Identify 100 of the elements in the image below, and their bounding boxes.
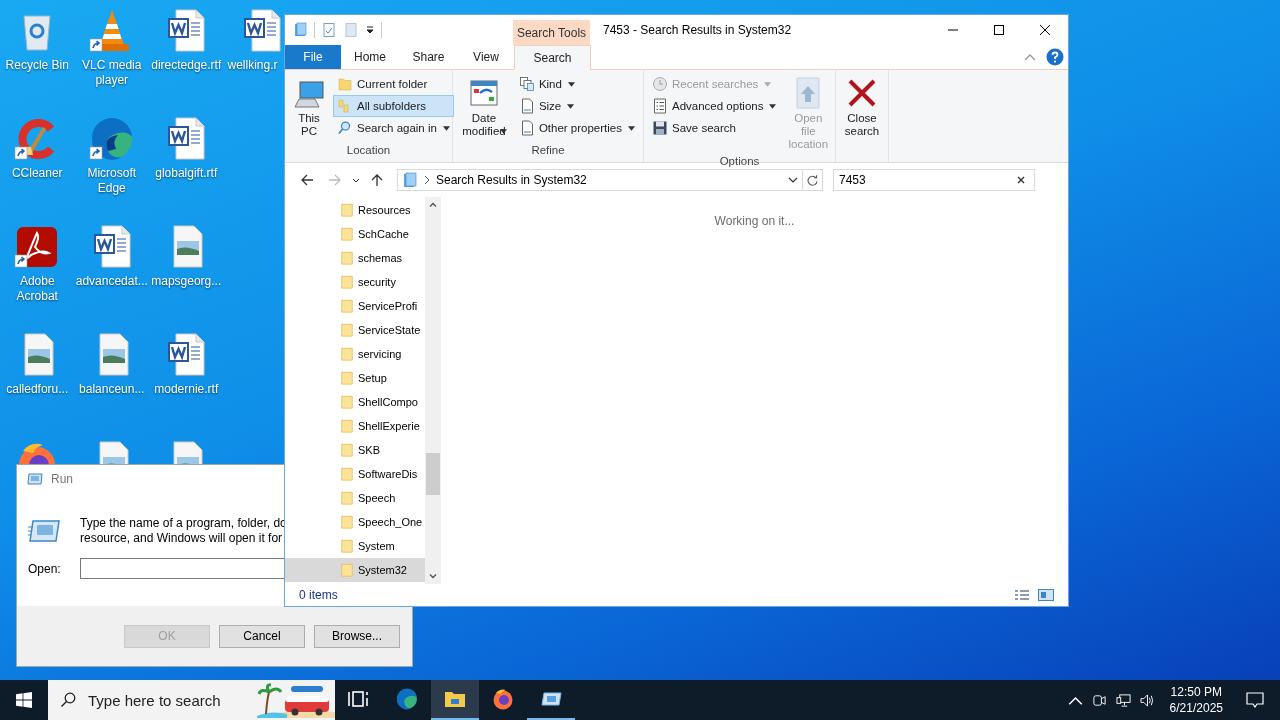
folder-icon: [340, 442, 354, 458]
folder-icon: [340, 562, 354, 578]
ribbon-button[interactable]: Size: [514, 95, 639, 117]
notifications-icon[interactable]: [1246, 692, 1264, 708]
details-view-icon[interactable]: [1014, 589, 1030, 601]
folder-tree-item[interactable]: Speech: [285, 486, 425, 510]
file-tab[interactable]: File: [285, 45, 341, 69]
folder-icon: [340, 394, 354, 410]
cancel-button[interactable]: Cancel: [219, 624, 305, 648]
ribbon-button[interactable]: This PC: [289, 73, 329, 142]
breadcrumb-chevron-icon: [424, 175, 430, 185]
address-bar[interactable]: Search Results in System32: [397, 169, 803, 191]
folder-icon: [340, 202, 354, 218]
icon-label: directedge.rtf: [150, 58, 223, 73]
folder-tree-item[interactable]: Resources: [285, 198, 425, 222]
folder-tree-item[interactable]: ShellExperie: [285, 414, 425, 438]
folder-stack-icon[interactable]: [292, 22, 308, 38]
icon-label: CCleaner: [10, 166, 64, 181]
folder-tree-item[interactable]: SKB: [285, 438, 425, 462]
icon-label: globalgift.rtf: [154, 166, 219, 181]
folder-icon: [340, 466, 354, 482]
folder-icon: [340, 322, 354, 338]
folder-icon: [340, 370, 354, 386]
scrollbar[interactable]: [425, 197, 441, 584]
folder-tree-item[interactable]: schemas: [285, 246, 425, 270]
icon-label: Microsoft Edge: [86, 166, 138, 196]
taskbar-button[interactable]: [431, 680, 479, 720]
ribbon-button[interactable]: Kind: [514, 73, 639, 95]
dialog-title: Run: [51, 472, 73, 486]
icon-label: wellking.r: [227, 58, 278, 73]
ribbon-button[interactable]: Date modified: [457, 73, 511, 138]
windows-logo-icon: [16, 692, 32, 708]
group-label: Options: [718, 155, 761, 167]
ribbon-tab[interactable]: View: [458, 45, 514, 69]
group-label: Refine: [530, 144, 566, 158]
ribbon-button[interactable]: Current folder: [333, 73, 454, 95]
refresh-icon: [806, 173, 819, 187]
run-window-icon: [27, 473, 43, 485]
icon-label: VLC media player: [81, 58, 143, 88]
search-input[interactable]: Type here to search: [86, 690, 240, 710]
folder-tree-item[interactable]: servicing: [285, 342, 425, 366]
run-window-icon: [28, 519, 60, 543]
folder-tree-item[interactable]: System32: [285, 558, 425, 582]
customize-caret-icon[interactable]: [365, 25, 375, 35]
scroll-thumb[interactable]: [426, 453, 440, 495]
folder-tree-item[interactable]: ShellCompo: [285, 390, 425, 414]
ribbon-button[interactable]: Save search: [648, 117, 781, 139]
clock[interactable]: 12:50 PM 6/21/2025: [1163, 684, 1229, 716]
taskbar-search-field[interactable]: Type here to search: [48, 680, 335, 720]
list-document-icon: [652, 98, 668, 114]
scroll-up-icon[interactable]: [428, 200, 438, 210]
volume-icon[interactable]: [1139, 692, 1155, 708]
ribbon-button[interactable]: Other properties: [514, 117, 639, 139]
ribbon-button[interactable]: Close search: [840, 73, 884, 142]
calendar-icon: [467, 77, 500, 109]
network-icon[interactable]: [1115, 692, 1131, 708]
wave-circle-icon: [395, 687, 419, 711]
search-results-icon: [402, 172, 418, 188]
ribbon-tab[interactable]: Home: [341, 45, 399, 69]
folder-icon: [340, 226, 354, 242]
folder-tree-item[interactable]: SchCache: [285, 222, 425, 246]
folder-icon: [337, 76, 353, 92]
refresh-button[interactable]: [803, 169, 823, 191]
ribbon-button[interactable]: Advanced options: [648, 95, 781, 117]
ribbon-tab[interactable]: Share: [399, 45, 458, 69]
folder-tree-item[interactable]: security: [285, 270, 425, 294]
ribbon-button[interactable]: All subfolders: [333, 95, 454, 117]
close-icon: [1040, 25, 1050, 35]
folder-icon: [340, 538, 354, 554]
folder-tree-item[interactable]: ServiceProfi: [285, 294, 425, 318]
search-icon: [60, 692, 76, 708]
folder-tree-item[interactable]: ServiceState: [285, 318, 425, 342]
icon-label: calledforu...: [5, 382, 70, 397]
window-title: 7453 - Search Results in System32: [603, 22, 792, 39]
folder-icon: [340, 514, 354, 530]
icon-label: mapsgeorg...: [150, 274, 223, 289]
ribbon-tab[interactable]: Search: [514, 45, 591, 70]
browse-button[interactable]: Browse...: [314, 624, 400, 648]
camera-icon[interactable]: [1091, 692, 1107, 708]
clear-icon[interactable]: [1016, 175, 1026, 185]
icon-label: advancedat...: [75, 274, 148, 289]
kind-icon: [518, 76, 535, 92]
help-icon[interactable]: [1046, 48, 1064, 66]
ribbon-button[interactable]: Search again in: [333, 117, 454, 139]
search-field[interactable]: 7453: [833, 169, 1035, 191]
search-icon: [337, 120, 353, 136]
folder-tree-item[interactable]: Speech_One: [285, 510, 425, 534]
large-icons-view-icon[interactable]: [1038, 589, 1054, 601]
folder-icon: [340, 490, 354, 506]
icon-label: modernie.rtf: [153, 382, 220, 397]
folder-icon: [340, 274, 354, 290]
open-label: Open:: [28, 561, 60, 576]
clock-icon: [652, 76, 668, 92]
open-field[interactable]: [80, 558, 285, 579]
folder-tree-item[interactable]: Setup: [285, 366, 425, 390]
scroll-down-icon[interactable]: [428, 571, 438, 581]
folder-tree-item[interactable]: SoftwareDis: [285, 462, 425, 486]
properties-icon[interactable]: [321, 22, 337, 38]
folder-tree-item[interactable]: System: [285, 534, 425, 558]
collapse-ribbon-icon[interactable]: [1024, 53, 1036, 61]
